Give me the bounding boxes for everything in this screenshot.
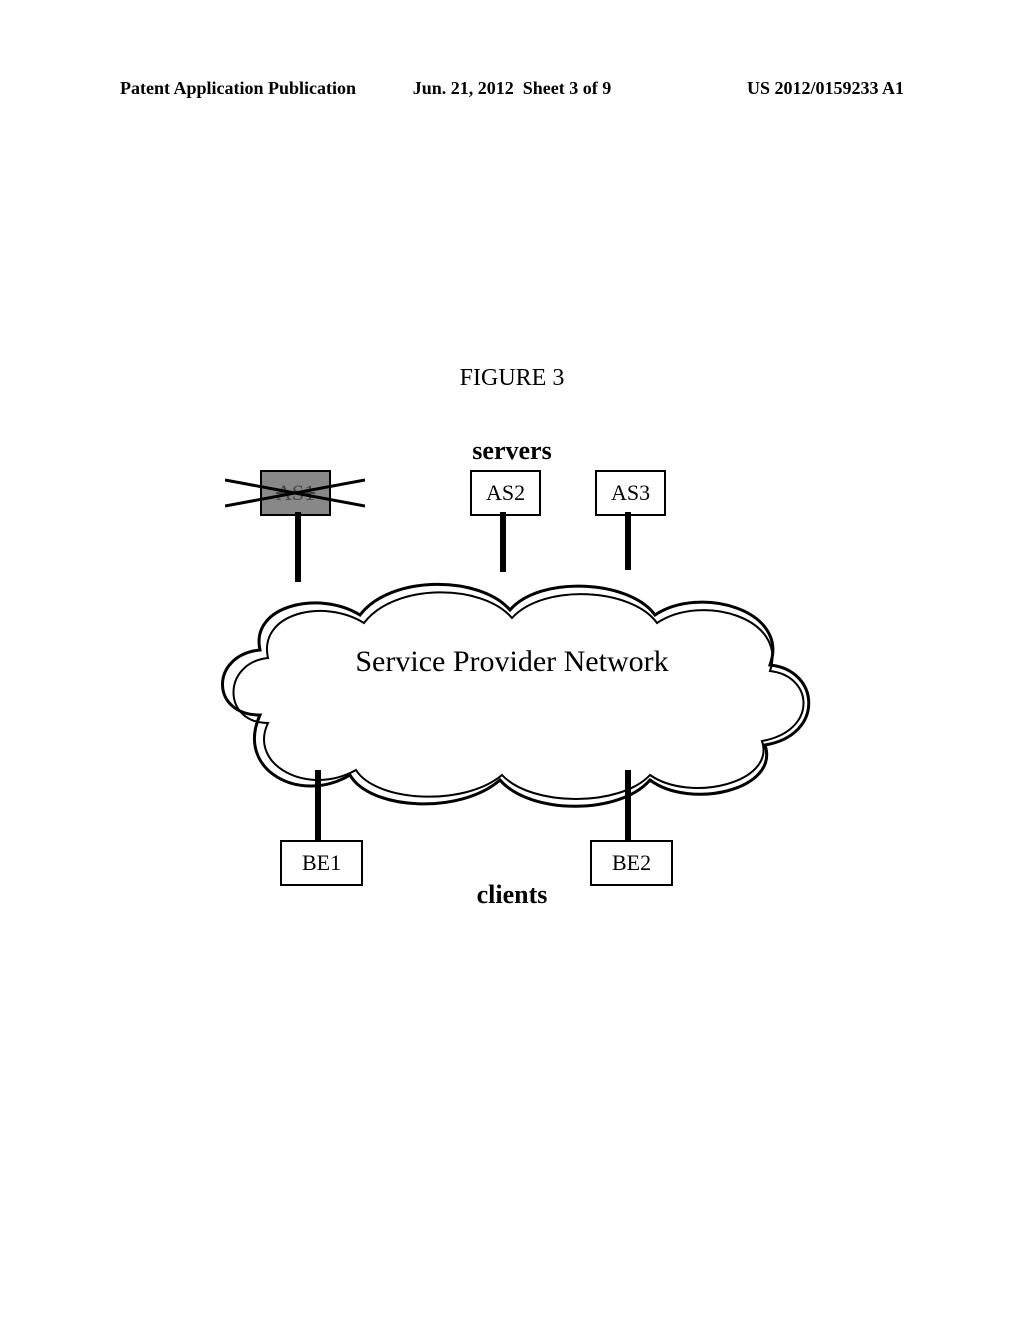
node-as2: AS2	[470, 470, 541, 516]
servers-label: servers	[0, 436, 1024, 466]
link-be2	[625, 770, 631, 842]
node-as1: AS1	[260, 470, 331, 516]
link-be1	[315, 770, 321, 842]
cloud-icon	[200, 555, 824, 815]
node-as3: AS3	[595, 470, 666, 516]
cloud-label: Service Provider Network	[200, 645, 824, 679]
publication-number: US 2012/0159233 A1	[637, 78, 904, 99]
publication-type: Patent Application Publication	[120, 78, 387, 99]
figure-title: FIGURE 3	[0, 365, 1024, 392]
page-header: Patent Application Publication Jun. 21, …	[0, 78, 1024, 99]
publication-date-sheet: Jun. 21, 2012 Sheet 3 of 9	[387, 78, 638, 99]
network-diagram: AS1 AS2 AS3 Service Provider Network BE1…	[200, 470, 824, 890]
clients-label: clients	[0, 880, 1024, 910]
